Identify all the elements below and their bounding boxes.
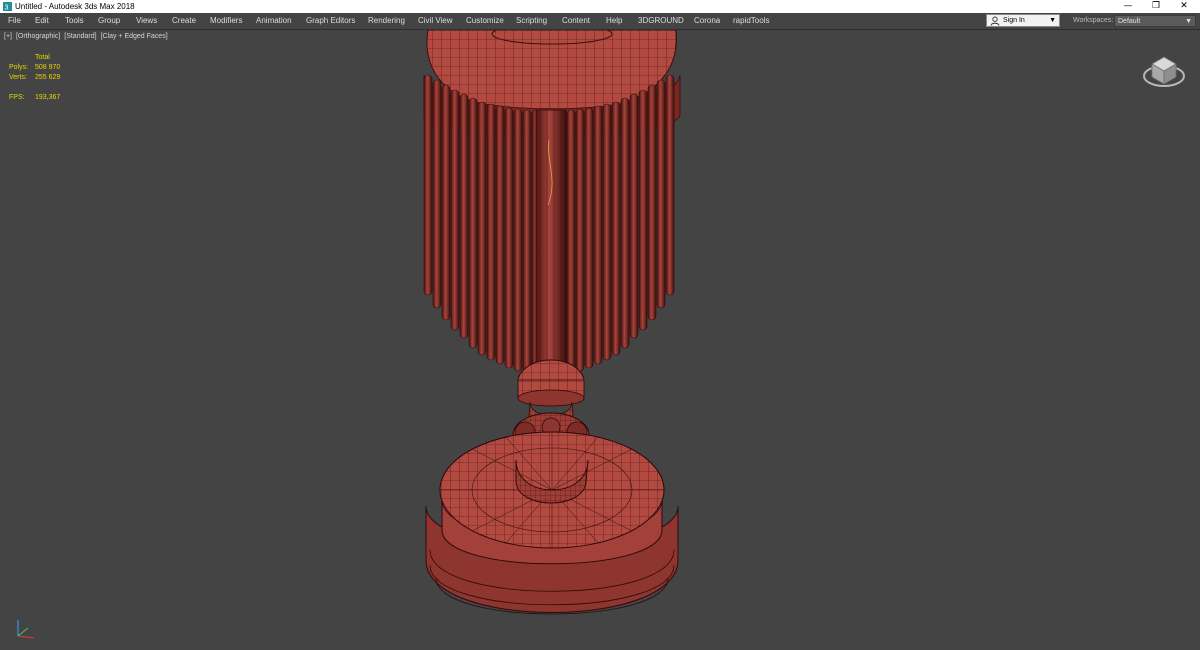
close-button[interactable]: ✕ bbox=[1170, 0, 1198, 13]
menu-animation[interactable]: Animation bbox=[256, 13, 292, 29]
lamp-model bbox=[423, 30, 681, 615]
sign-in-dropdown[interactable]: Sign In ▼ bbox=[986, 14, 1060, 27]
workspaces-select[interactable]: Default ▼ bbox=[1114, 15, 1196, 27]
menu-customize[interactable]: Customize bbox=[466, 13, 504, 29]
sign-in-label: Sign In bbox=[1003, 17, 1025, 24]
menu-modifiers[interactable]: Modifiers bbox=[210, 13, 242, 29]
menu-help[interactable]: Help bbox=[606, 13, 622, 29]
menu-graph-editors[interactable]: Graph Editors bbox=[306, 13, 355, 29]
polys-value: 508 970 bbox=[35, 64, 61, 71]
fps-label: FPS: bbox=[9, 94, 25, 101]
menu-rendering[interactable]: Rendering bbox=[368, 13, 405, 29]
scene-statistics: Total Polys: 508 970 Verts: 255 629 FPS: 19… bbox=[9, 53, 79, 103]
chevron-down-icon: ▼ bbox=[1185, 18, 1192, 25]
menu-file[interactable]: File bbox=[8, 13, 21, 29]
chevron-down-icon: ▼ bbox=[1049, 17, 1056, 24]
menu-create[interactable]: Create bbox=[172, 13, 196, 29]
menu-edit[interactable]: Edit bbox=[35, 13, 49, 29]
menu-views[interactable]: Views bbox=[136, 13, 157, 29]
workspaces-value: Default bbox=[1118, 18, 1141, 25]
menu-content[interactable]: Content bbox=[562, 13, 590, 29]
minimize-button[interactable]: — bbox=[1114, 0, 1142, 13]
3ds-max-icon: 3 bbox=[3, 2, 12, 11]
menu-3dground[interactable]: 3DGROUND bbox=[638, 13, 684, 29]
viewport-shading-standard[interactable]: [Standard] bbox=[64, 33, 96, 40]
fps-value: 193,367 bbox=[35, 94, 61, 101]
menu-corona[interactable]: Corona bbox=[694, 13, 720, 29]
viewport-label[interactable]: [+] [Orthographic] [Standard] [Clay + Ed… bbox=[4, 33, 170, 40]
viewport-shading-mode[interactable]: [Clay + Edged Faces] bbox=[101, 33, 168, 40]
menu-tools[interactable]: Tools bbox=[65, 13, 84, 29]
window-title: Untitled - Autodesk 3ds Max 2018 bbox=[15, 2, 135, 11]
viewport[interactable]: [+] [Orthographic] [Standard] [Clay + Ed… bbox=[0, 30, 1200, 650]
verts-value: 255 629 bbox=[35, 74, 61, 81]
title-bar: 3 Untitled - Autodesk 3ds Max 2018 — ❐ ✕ bbox=[0, 0, 1200, 13]
maximize-button[interactable]: ❐ bbox=[1142, 0, 1170, 13]
viewport-menu-plus[interactable]: [+] bbox=[4, 33, 12, 40]
user-icon bbox=[990, 16, 1000, 26]
stats-heading: Total bbox=[35, 54, 50, 61]
menu-group[interactable]: Group bbox=[98, 13, 120, 29]
menu-scripting[interactable]: Scripting bbox=[516, 13, 547, 29]
workspaces-label: Workspaces: bbox=[1073, 17, 1114, 24]
viewport-point-of-view[interactable]: [Orthographic] bbox=[16, 33, 60, 40]
menu-civil-view[interactable]: Civil View bbox=[418, 13, 453, 29]
viewcube-icon[interactable] bbox=[1140, 48, 1188, 90]
menu-rapidtools[interactable]: rapidTools bbox=[733, 13, 769, 29]
verts-label: Verts: bbox=[9, 74, 27, 81]
app-window: 3 Untitled - Autodesk 3ds Max 2018 — ❐ ✕… bbox=[0, 0, 1200, 650]
axis-tripod-icon bbox=[17, 620, 35, 639]
polys-label: Polys: bbox=[9, 64, 29, 71]
lamp-stem bbox=[535, 109, 567, 401]
menu-bar: File Edit Tools Group Views Create Modif… bbox=[0, 13, 1200, 30]
svg-text:3: 3 bbox=[5, 5, 9, 12]
